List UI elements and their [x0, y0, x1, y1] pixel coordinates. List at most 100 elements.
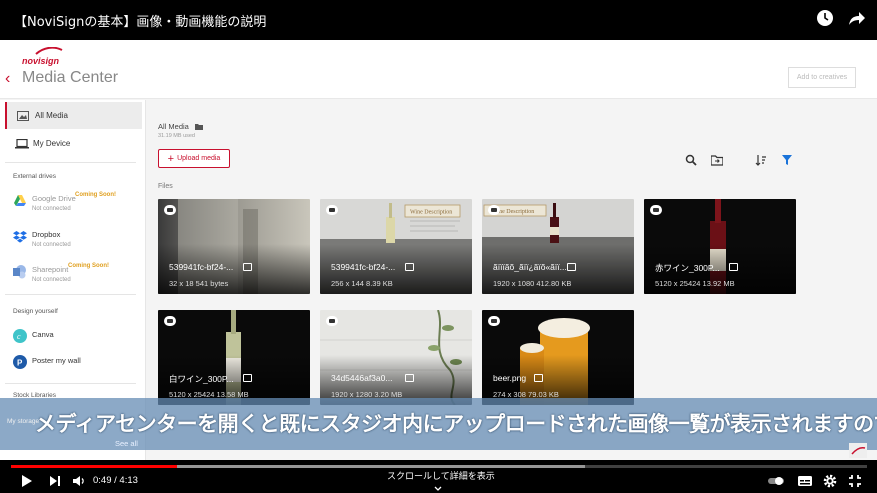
laptop-icon	[15, 138, 29, 149]
svg-text:P: P	[17, 359, 23, 368]
svg-text:c: c	[17, 332, 21, 341]
image-type-badge-icon	[650, 205, 662, 215]
subtitles-icon[interactable]	[797, 473, 813, 489]
file-meta: 1920 x 1080 412.80 KB	[493, 279, 572, 288]
settings-gear-icon[interactable]	[822, 473, 838, 489]
file-meta: 256 x 144 8.39 KB	[331, 279, 393, 288]
time-display: 0:49 / 4:13	[93, 475, 138, 486]
toolbar-spacer	[737, 153, 741, 165]
file-name: 539941fc-bf24-...	[169, 262, 234, 272]
image-icon	[243, 374, 252, 382]
image-icon	[243, 263, 252, 271]
file-name: 白ワイン_300P...	[169, 374, 234, 384]
video-title[interactable]: 【NoviSignの基本】画像・動画機能の説明	[14, 11, 266, 30]
sidebar-item-all-media[interactable]: All Media	[5, 102, 142, 129]
drive-status: Not connected	[32, 242, 71, 248]
coming-soon-badge: Coming Soon!	[75, 192, 116, 198]
exit-fullscreen-icon[interactable]	[847, 473, 863, 489]
media-tile[interactable]: 赤ワイン_300P... 5120 x 25424 13.92 MB	[644, 199, 796, 294]
video-title-bar: 【NoviSignの基本】画像・動画機能の説明	[0, 0, 877, 40]
file-name: beer.png	[493, 373, 527, 383]
media-center-app: novisign ‹ Media Center Add to creatives…	[0, 40, 877, 460]
sidebar-item-label: My Device	[33, 139, 71, 148]
volume-icon[interactable]	[71, 473, 87, 489]
image-icon	[405, 374, 414, 382]
drive-status: Not connected	[32, 277, 71, 283]
media-tile[interactable]: beer.png 274 x 308 79.03 KB	[482, 310, 634, 405]
media-tile[interactable]: Wine Description ãïïïãõ_ãïï¿ãïõ«ãïï... 1…	[482, 199, 634, 294]
coming-soon-badge: Coming Soon!	[68, 263, 109, 269]
add-to-creatives-button[interactable]: Add to creatives	[788, 67, 856, 88]
folder-icon	[194, 123, 203, 132]
share-icon[interactable]	[847, 8, 867, 28]
svg-text:Wine Description: Wine Description	[410, 210, 452, 216]
file-name: 34d5446af3a0...	[331, 373, 393, 383]
next-icon[interactable]	[47, 473, 63, 489]
sidebar-item-label: All Media	[35, 111, 68, 120]
time-total: 4:13	[119, 475, 138, 486]
file-meta: 5120 x 25424 13.92 MB	[655, 279, 735, 288]
dropbox-icon	[13, 230, 27, 244]
image-icon	[405, 263, 414, 271]
drive-name: Sharepoint	[32, 265, 69, 274]
sidebar-item-dropbox[interactable]: Dropbox Not connected	[13, 228, 143, 252]
filter-icon[interactable]	[781, 153, 793, 165]
sidebar-item-canva[interactable]: c Canva	[13, 327, 143, 351]
design-yourself-heading: Design yourself	[13, 308, 58, 315]
drive-status: Not connected	[32, 206, 71, 212]
sort-icon[interactable]	[755, 153, 767, 166]
media-tile[interactable]: 539941fc-bf24-... 32 x 18 541 bytes	[158, 199, 310, 294]
folder-move-icon[interactable]	[710, 153, 724, 166]
breadcrumb: All Media	[158, 122, 203, 132]
image-icon	[567, 263, 576, 271]
media-tile[interactable]: 34d5446af3a0... 1920 x 1280 3.20 MB	[320, 310, 472, 405]
canva-icon: c	[13, 329, 27, 343]
image-type-badge-icon	[326, 316, 338, 326]
files-heading: Files	[158, 183, 173, 190]
back-arrow-icon[interactable]: ‹	[5, 70, 10, 88]
upload-media-button[interactable]: + Upload media	[158, 149, 230, 168]
storage-used: 31.19 MB used	[158, 133, 195, 139]
image-type-badge-icon	[164, 316, 176, 326]
file-name: 539941fc-bf24-...	[331, 262, 396, 272]
divider	[5, 294, 136, 295]
time-separator: /	[114, 475, 117, 486]
sidebar-item-my-device[interactable]: My Device	[5, 130, 142, 157]
image-icon	[534, 374, 543, 382]
divider	[5, 383, 136, 384]
image-icon	[17, 110, 29, 121]
drive-name: Google Drive	[32, 194, 76, 203]
breadcrumb-all-media[interactable]: All Media	[158, 122, 189, 131]
search-icon[interactable]	[685, 153, 697, 166]
file-meta: 32 x 18 541 bytes	[169, 279, 229, 288]
media-tile[interactable]: 白ワイン_300P... 5120 x 25424 13.58 MB	[158, 310, 310, 405]
watch-later-icon[interactable]	[815, 8, 835, 28]
upload-label: Upload media	[177, 155, 221, 162]
media-tile[interactable]: Wine Description 539941fc-bf24-... 256 x…	[320, 199, 472, 294]
canva-label: Canva	[32, 330, 54, 339]
play-icon[interactable]	[19, 473, 35, 489]
poster-my-wall-icon: P	[13, 355, 27, 369]
sharepoint-icon	[13, 265, 27, 279]
external-drives-heading: External drives	[13, 173, 56, 180]
app-header: novisign ‹ Media Center Add to creatives	[0, 40, 877, 99]
poster-my-wall-label: Poster my wall	[32, 356, 81, 365]
image-type-badge-icon	[164, 205, 176, 215]
chevron-down-icon[interactable]	[434, 480, 442, 491]
image-icon	[729, 263, 738, 271]
page-title: Media Center	[22, 69, 119, 86]
sidebar-item-google-drive[interactable]: Google Drive Coming Soon! Not connected	[13, 192, 143, 216]
drive-name: Dropbox	[32, 230, 61, 239]
time-current: 0:49	[93, 475, 112, 486]
channel-watermark-icon[interactable]	[849, 443, 867, 458]
video-player[interactable]: 【NoviSignの基本】画像・動画機能の説明 novisign ‹ Media…	[0, 0, 877, 493]
autoplay-toggle-icon[interactable]	[767, 473, 784, 489]
sidebar-item-poster-my-wall[interactable]: P Poster my wall	[13, 353, 143, 377]
file-name: 赤ワイン_300P...	[655, 263, 720, 273]
toolbar	[685, 153, 793, 166]
divider	[5, 162, 136, 163]
file-name: ãïïïãõ_ãïï¿ãïõ«ãïï...	[493, 262, 567, 272]
sidebar-item-sharepoint[interactable]: Sharepoint Coming Soon! Not connected	[13, 263, 143, 287]
player-controls: 0:49 / 4:13 スクロールして詳細を表示	[0, 468, 877, 493]
see-all-link[interactable]: See all	[115, 439, 138, 448]
